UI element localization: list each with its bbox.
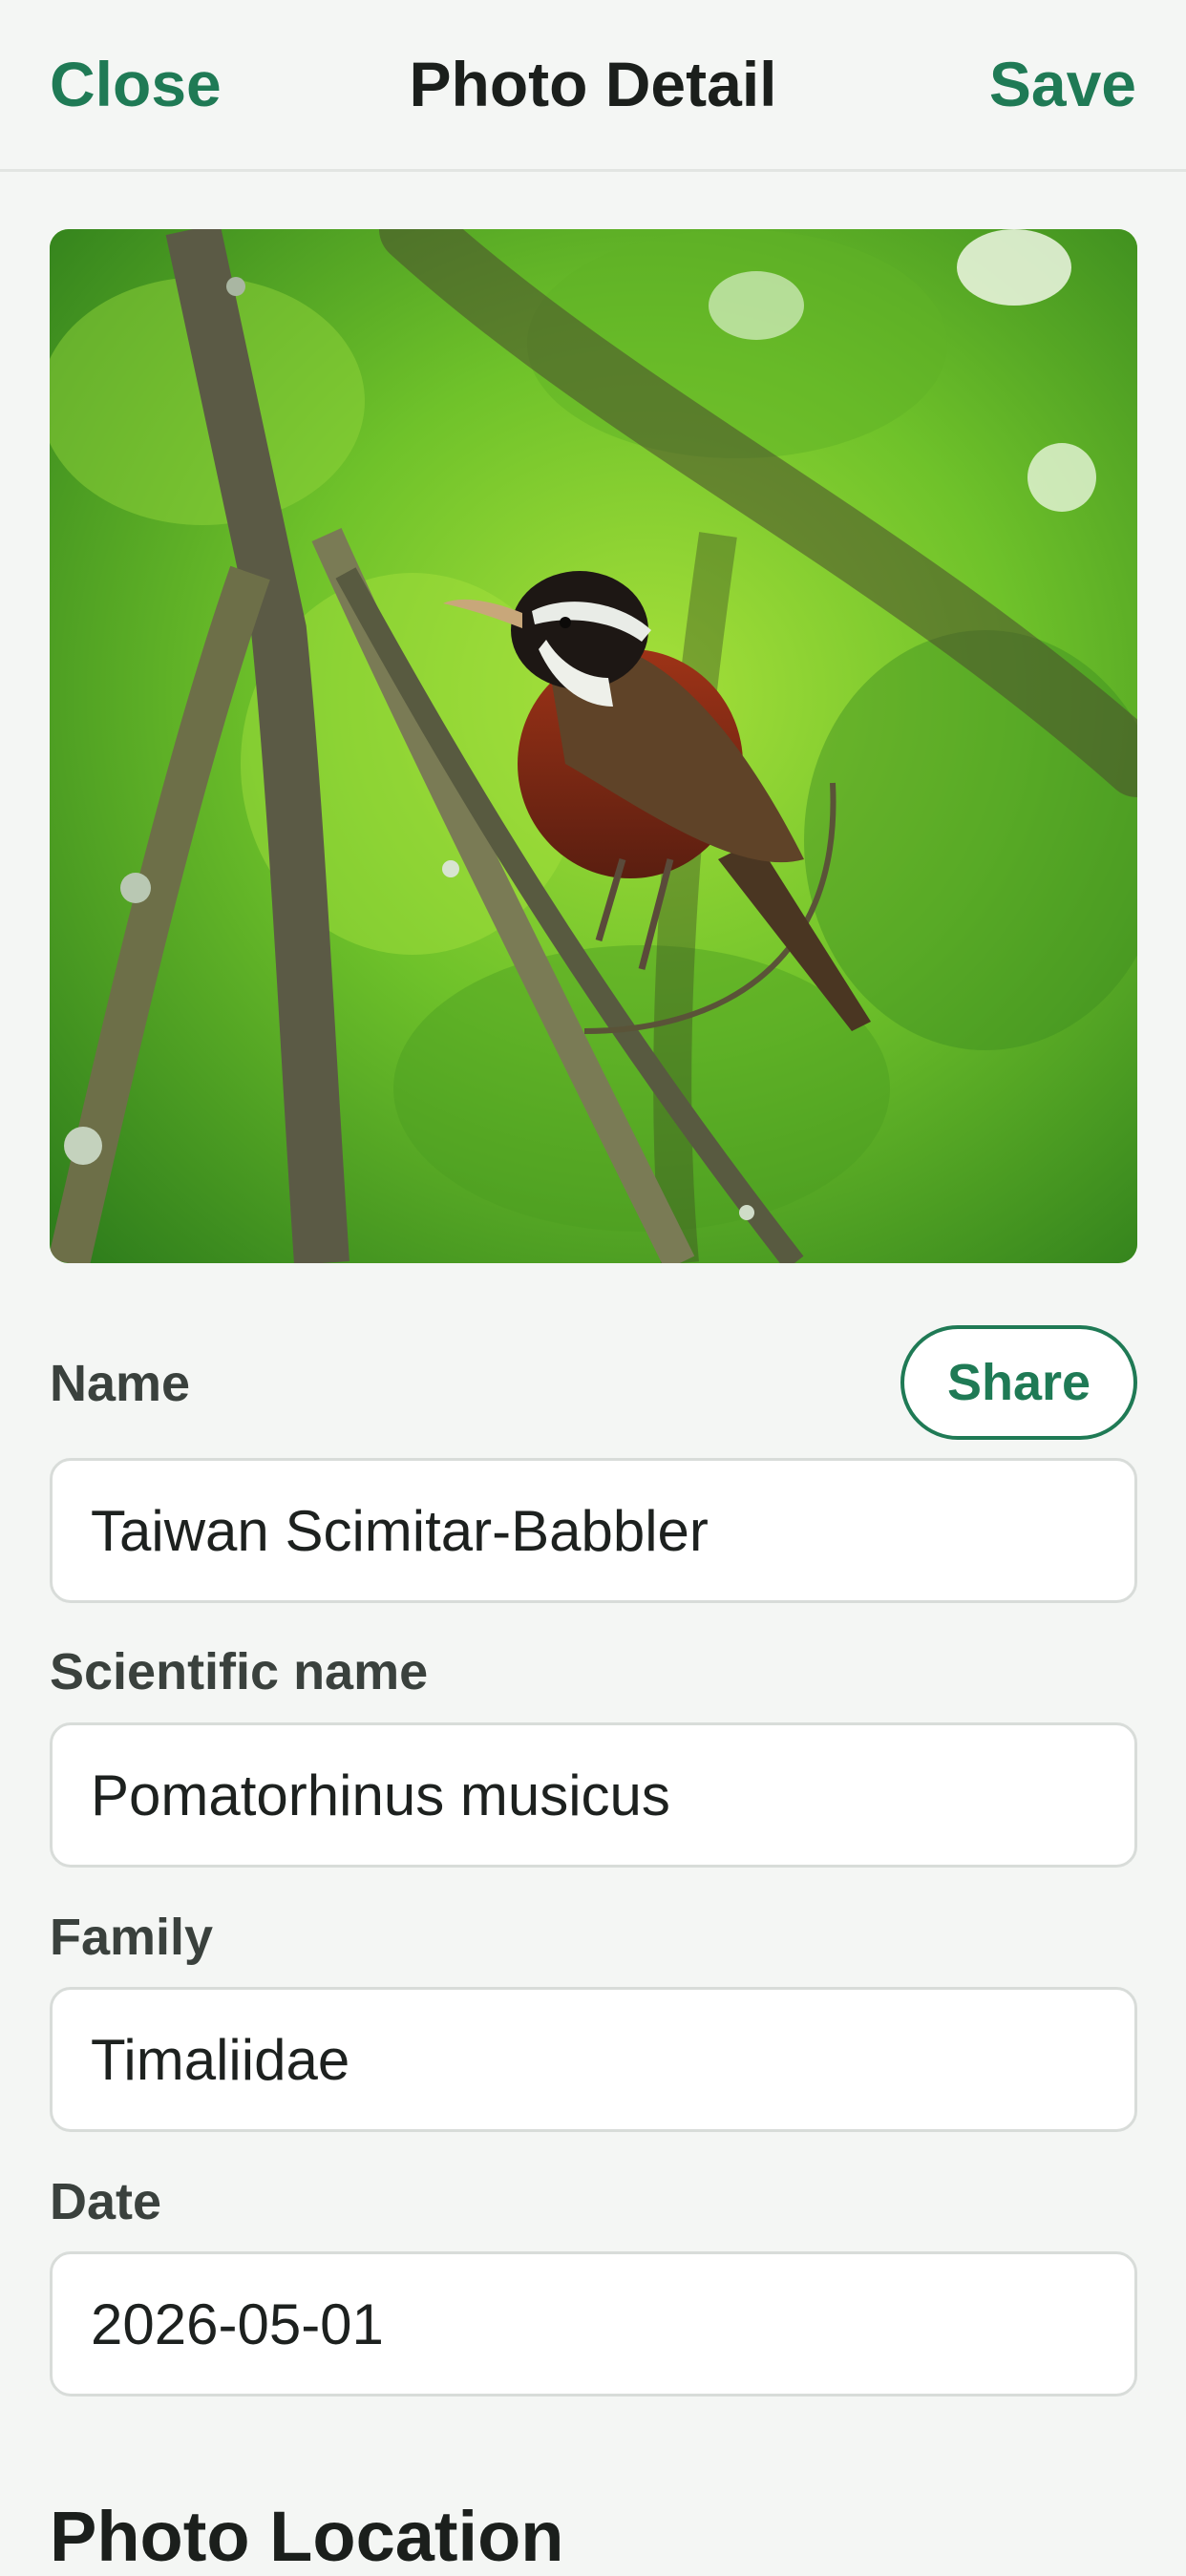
save-button[interactable]: Save [989, 48, 1136, 120]
family-label: Family [50, 1909, 214, 1966]
scientific-name-label: Scientific name [50, 1643, 429, 1700]
bird-photo [50, 229, 1137, 1263]
date-label: Date [50, 2173, 162, 2230]
family-field[interactable] [50, 1987, 1137, 2132]
share-button[interactable]: Share [900, 1325, 1137, 1440]
top-bar: Close Photo Detail Save [0, 0, 1186, 172]
scientific-name-field[interactable] [50, 1722, 1137, 1868]
photo-location-heading: Photo Location [50, 2497, 564, 2576]
date-field[interactable] [50, 2251, 1137, 2397]
name-label: Name [50, 1355, 191, 1412]
name-field[interactable] [50, 1458, 1137, 1603]
